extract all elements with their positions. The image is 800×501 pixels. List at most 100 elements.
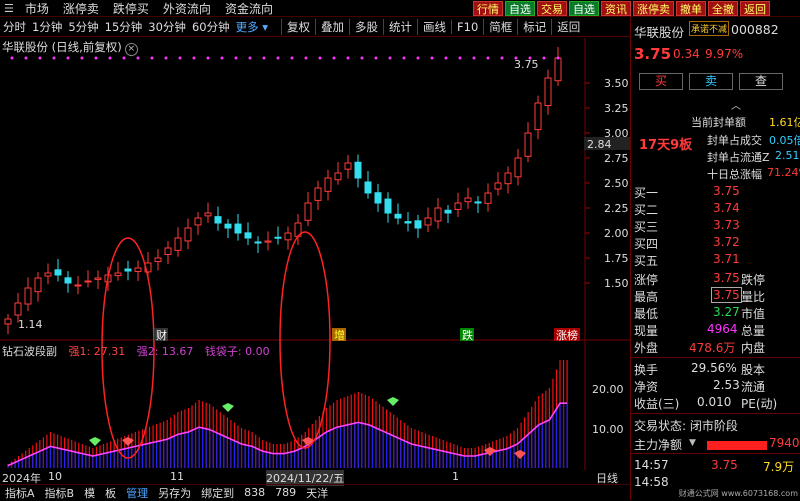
cancel-order-button[interactable]: 撤单 — [676, 1, 706, 16]
xaxis-label-1: 1 — [452, 470, 459, 483]
candle-body — [94, 277, 102, 280]
stat-label-limit-down: 跌停 — [741, 273, 766, 287]
trade-button[interactable]: 交易 — [537, 1, 567, 16]
bid-label-1: 买一 — [634, 186, 659, 200]
back-button[interactable]: 返回 — [740, 1, 770, 16]
candle-body — [344, 162, 352, 170]
period-more[interactable]: 更多 ▾ — [233, 19, 271, 35]
period-30min[interactable]: 30分钟 — [145, 19, 189, 35]
stat-label-mktcap: 市值 — [741, 307, 766, 321]
stat-label-outer: 外盘 — [634, 341, 659, 355]
candle-body — [154, 257, 162, 263]
news-button[interactable]: 资讯 — [601, 1, 631, 16]
tab-ban[interactable]: 板 — [100, 485, 121, 501]
watermark: 财通公式网 www.6073168.com — [678, 489, 798, 498]
tab-838[interactable]: 838 — [239, 486, 270, 499]
bid-label-2: 买二 — [634, 203, 659, 217]
bid-price-3: 3.73 — [713, 218, 740, 232]
watchlist-button-2[interactable]: 自选 — [569, 1, 599, 16]
period-timeshare[interactable]: 分时 — [0, 19, 29, 35]
tool-mark[interactable]: 标记 — [517, 18, 551, 35]
candle-body — [364, 181, 372, 194]
signal-dot — [360, 56, 364, 60]
nav-market[interactable]: 市场 — [18, 0, 56, 17]
signal-dot — [108, 56, 112, 60]
tab-tianyang[interactable]: 天洋 — [301, 485, 333, 501]
tab-bind-to[interactable]: 绑定到 — [196, 485, 239, 501]
candle-body — [164, 247, 172, 255]
stat-label-cur-vol: 现量 — [634, 324, 659, 338]
tab-manage[interactable]: 管理 — [121, 485, 153, 501]
menu-icon[interactable]: ☰ — [0, 2, 18, 15]
event-marker: 增 — [334, 328, 345, 342]
candle-body — [454, 202, 462, 210]
stock-price: 3.75 — [634, 45, 672, 63]
tool-multi-stock[interactable]: 多股 — [349, 18, 383, 35]
tool-adjust[interactable]: 复权 — [281, 18, 315, 35]
tab-mo[interactable]: 模 — [79, 485, 100, 501]
tab-indicator-a[interactable]: 指标A — [0, 485, 40, 501]
chevron-down-icon: ▾ — [258, 19, 269, 34]
candle-body — [74, 284, 82, 287]
tab-save-as[interactable]: 另存为 — [153, 485, 196, 501]
candle-body — [224, 223, 232, 229]
nav-limit-up-sell[interactable]: 涨停卖 — [56, 0, 106, 17]
collapse-icon[interactable]: ︿ — [731, 97, 741, 112]
indicator-name[interactable]: 钻石波段副 — [2, 345, 57, 358]
signal-dot — [136, 56, 140, 60]
signal-dot — [38, 56, 42, 60]
candle-body — [354, 161, 362, 179]
candle-body — [214, 216, 222, 224]
period-5min[interactable]: 5分钟 — [65, 19, 101, 35]
tool-f10[interactable]: F10 — [451, 19, 483, 34]
kline-chart[interactable]: 3.503.253.002.752.502.252.001.751.50 财增跌… — [0, 38, 630, 470]
period-1min[interactable]: 1分钟 — [29, 19, 65, 35]
sell-button[interactable]: 卖 — [689, 73, 733, 90]
quote-button[interactable]: 行情 — [473, 1, 503, 16]
close-icon[interactable]: × — [124, 43, 138, 56]
candle-body — [484, 192, 492, 204]
period-15min[interactable]: 15分钟 — [102, 19, 146, 35]
signal-dot — [472, 56, 476, 60]
nav-capital-flow[interactable]: 资金流向 — [218, 0, 280, 17]
signal-dot — [444, 56, 448, 60]
query-button[interactable]: 查 — [739, 73, 783, 90]
nav-limit-down-buy[interactable]: 跌停买 — [106, 0, 156, 17]
tool-overlay[interactable]: 叠加 — [315, 18, 349, 35]
tick-volume: 7.9万 — [763, 460, 795, 474]
tick-time: 14:57 — [634, 458, 669, 472]
candle-body — [424, 217, 432, 226]
cancel-all-button[interactable]: 全撤 — [708, 1, 738, 16]
signal-dot — [192, 56, 196, 60]
bid-price-4: 3.72 — [713, 235, 740, 249]
xaxis-label-11: 11 — [170, 470, 184, 483]
indicator-axis-10: 10.00 — [592, 423, 624, 436]
signal-dot — [206, 56, 210, 60]
period-60min[interactable]: 60分钟 — [189, 19, 233, 35]
tool-simple-frame[interactable]: 简框 — [483, 18, 517, 35]
buy-button[interactable]: 买 — [639, 73, 683, 90]
stat-value-eps: 0.010 — [697, 395, 732, 409]
watchlist-button[interactable]: 自选 — [505, 1, 535, 16]
signal-dot — [276, 56, 280, 60]
signal-dot — [374, 56, 378, 60]
tab-789[interactable]: 789 — [270, 486, 301, 499]
stat-value-cur-vol: 4964 — [707, 322, 738, 336]
tool-stats[interactable]: 统计 — [383, 18, 417, 35]
candle-body — [264, 240, 272, 243]
signal-dot — [332, 56, 336, 60]
main-chart-title: 华联股份 (日线,前复权) × — [2, 39, 138, 56]
seal-value-2: 2.51% — [775, 149, 800, 162]
limit-up-dots — [10, 56, 560, 60]
stat-value-limit-up: 3.75 — [713, 271, 740, 285]
signal-dot — [10, 56, 14, 60]
tool-draw-line[interactable]: 画线 — [417, 18, 451, 35]
limit-sell-button[interactable]: 涨停卖 — [633, 1, 674, 16]
candle-body — [514, 157, 522, 178]
chevron-down-icon[interactable]: ▼ — [689, 438, 696, 448]
nav-foreign-flow[interactable]: 外资流向 — [156, 0, 218, 17]
price-tick-label: 1.75 — [604, 252, 629, 265]
signal-dot — [402, 56, 406, 60]
tab-indicator-b[interactable]: 指标B — [40, 485, 80, 501]
tool-back[interactable]: 返回 — [551, 18, 585, 35]
